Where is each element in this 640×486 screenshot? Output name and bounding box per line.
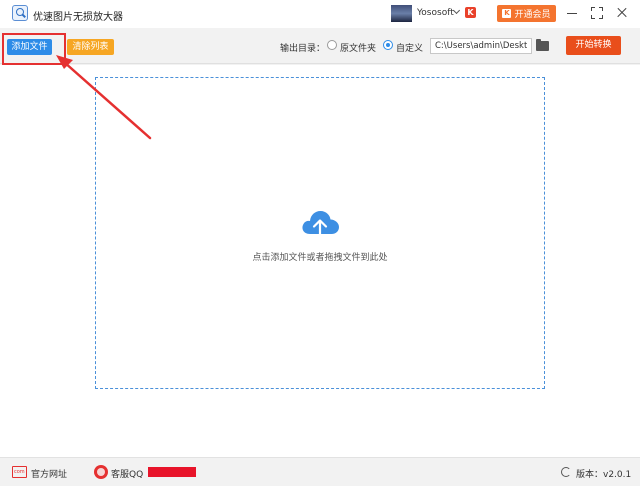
refresh-icon[interactable] xyxy=(561,467,571,477)
vip-button[interactable]: K 开通会员 xyxy=(497,5,556,22)
website-link[interactable]: 官方网址 xyxy=(31,467,67,480)
cloud-upload-icon xyxy=(302,211,339,240)
start-convert-button[interactable]: 开始转换 xyxy=(566,36,621,55)
add-file-button[interactable]: 添加文件 xyxy=(7,39,52,55)
version-label: 版本：v2.0.1 xyxy=(576,470,632,480)
vip-button-label: 开通会员 xyxy=(514,10,551,20)
vip-icon: K xyxy=(502,9,512,18)
minimize-icon[interactable] xyxy=(564,5,580,21)
k-badge-icon[interactable]: K xyxy=(465,7,476,18)
customer-service-icon[interactable] xyxy=(94,465,108,479)
app-title: 优速图片无损放大器 xyxy=(33,12,123,23)
output-path-input[interactable] xyxy=(430,38,532,54)
drop-hint: 点击添加文件或者拖拽文件到此处 xyxy=(252,253,388,263)
radio-custom-folder-label[interactable]: 自定义 xyxy=(396,41,423,54)
status-bar: 官方网址 客服QQ 版本：v2.0.1 xyxy=(0,457,640,486)
file-drop-zone[interactable]: 点击添加文件或者拖拽文件到此处 xyxy=(95,77,545,389)
radio-original-folder-label[interactable]: 原文件夹 xyxy=(340,41,376,54)
redacted-qq-number xyxy=(148,467,196,477)
customer-service-label[interactable]: 客服QQ xyxy=(111,467,143,480)
radio-original-folder[interactable] xyxy=(327,40,337,50)
user-name[interactable]: Yososoft xyxy=(417,8,454,18)
clear-list-button[interactable]: 清除列表 xyxy=(67,39,114,55)
output-dir-label: 输出目录： xyxy=(280,44,326,54)
chevron-down-icon[interactable] xyxy=(452,6,461,15)
user-avatar[interactable] xyxy=(391,5,412,22)
radio-custom-folder[interactable] xyxy=(383,40,393,50)
close-icon[interactable] xyxy=(614,5,630,21)
website-icon[interactable] xyxy=(12,466,27,478)
folder-icon[interactable] xyxy=(536,39,549,51)
toolbar: 添加文件 清除列表 输出目录： 原文件夹 自定义 开始转换 xyxy=(0,28,640,64)
maximize-icon[interactable] xyxy=(589,5,605,21)
app-icon xyxy=(12,5,28,21)
title-bar: 优速图片无损放大器 Yososoft K K 开通会员 xyxy=(0,0,640,28)
main-area: 点击添加文件或者拖拽文件到此处 xyxy=(0,65,640,457)
